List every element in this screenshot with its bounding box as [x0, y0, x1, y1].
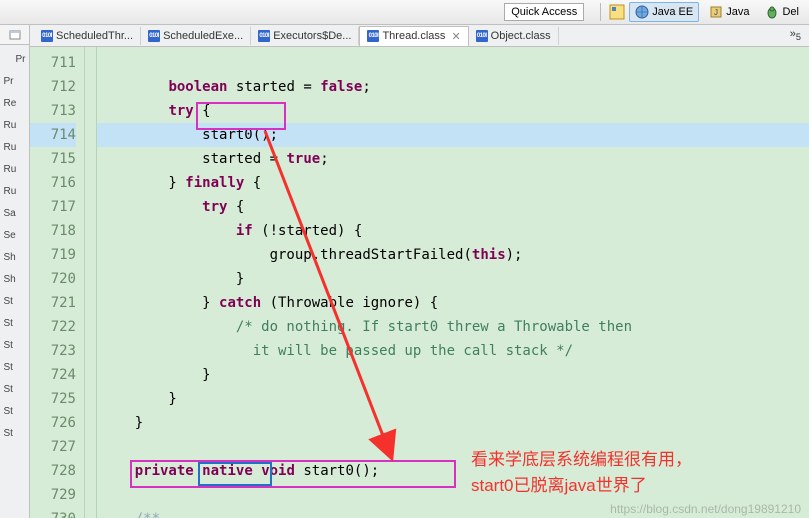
sidebar-item[interactable]: St	[4, 335, 26, 355]
top-toolbar: Quick Access Java EE J Java Del	[0, 0, 809, 25]
class-file-icon	[148, 30, 160, 42]
globe-icon	[635, 5, 649, 19]
tab-thread-class[interactable]: Thread.class ✕	[359, 26, 468, 46]
tab-label: Object.class	[491, 30, 551, 42]
svg-text:J: J	[714, 8, 718, 17]
class-file-icon	[476, 30, 488, 42]
editor-tab-bar: ScheduledThr... ScheduledExe... Executor…	[30, 25, 809, 47]
sidebar-min-icon[interactable]	[0, 25, 29, 45]
perspective-label: Java EE	[652, 6, 693, 18]
sidebar-item[interactable]: Pr	[4, 49, 26, 69]
tab-label: Thread.class	[382, 30, 445, 42]
sidebar-item[interactable]: Re	[4, 93, 26, 113]
class-file-icon	[258, 30, 270, 42]
perspective-debug[interactable]: Del	[759, 2, 805, 22]
tab-scheduledexe[interactable]: ScheduledExe...	[141, 27, 251, 45]
sidebar-item[interactable]: Ru	[4, 137, 26, 157]
tab-executors[interactable]: Executors$De...	[251, 27, 359, 45]
open-perspective-icon[interactable]	[609, 4, 625, 20]
annotation-note: 看来学底层系统编程很有用， start0已脱离java世界了	[471, 447, 692, 499]
sidebar-item[interactable]: St	[4, 313, 26, 333]
sidebar-item[interactable]: Sh	[4, 269, 26, 289]
tab-label: ScheduledThr...	[56, 30, 133, 42]
class-file-icon	[41, 30, 53, 42]
perspective-java[interactable]: J Java	[703, 2, 755, 22]
left-sidebar: Pr Pr Re Ru Ru Ru Ru Sa Se Sh Sh St St S…	[0, 25, 30, 518]
sidebar-item[interactable]: St	[4, 291, 26, 311]
tab-overflow[interactable]: »5	[790, 28, 809, 42]
java-icon: J	[709, 5, 723, 19]
close-icon[interactable]: ✕	[451, 30, 460, 43]
tab-scheduledthr[interactable]: ScheduledThr...	[34, 27, 141, 45]
code-editor[interactable]: 711 712 713 714 715 716 717 718 719 720 …	[30, 47, 809, 518]
class-file-icon	[367, 30, 379, 42]
sidebar-item[interactable]: St	[4, 357, 26, 377]
quick-access-box[interactable]: Quick Access	[504, 3, 584, 21]
tab-label: Executors$De...	[273, 30, 351, 42]
sidebar-item[interactable]: St	[4, 379, 26, 399]
sidebar-item[interactable]: Ru	[4, 115, 26, 135]
perspective-label: Del	[782, 6, 799, 18]
sidebar-item[interactable]: Ru	[4, 181, 26, 201]
tab-label: ScheduledExe...	[163, 30, 243, 42]
perspective-label: Java	[726, 6, 749, 18]
line-number-column: 711 712 713 714 715 716 717 718 719 720 …	[30, 47, 85, 518]
sidebar-item[interactable]: Pr	[4, 71, 26, 91]
code-text[interactable]: boolean started = false; try { start0();…	[97, 47, 809, 518]
separator	[600, 3, 601, 21]
fold-column	[85, 47, 97, 518]
sidebar-item[interactable]: Sh	[4, 247, 26, 267]
sidebar-item[interactable]: St	[4, 423, 26, 443]
sidebar-item[interactable]: St	[4, 401, 26, 421]
sidebar-item[interactable]: Sa	[4, 203, 26, 223]
bug-icon	[765, 5, 779, 19]
sidebar-item[interactable]: Se	[4, 225, 26, 245]
sidebar-item[interactable]: Ru	[4, 159, 26, 179]
perspective-javaee[interactable]: Java EE	[629, 2, 699, 22]
tab-object-class[interactable]: Object.class	[469, 27, 559, 45]
sidebar-items: Pr Pr Re Ru Ru Ru Ru Sa Se Sh Sh St St S…	[4, 45, 26, 443]
watermark: https://blog.csdn.net/dong19891210	[610, 502, 801, 516]
